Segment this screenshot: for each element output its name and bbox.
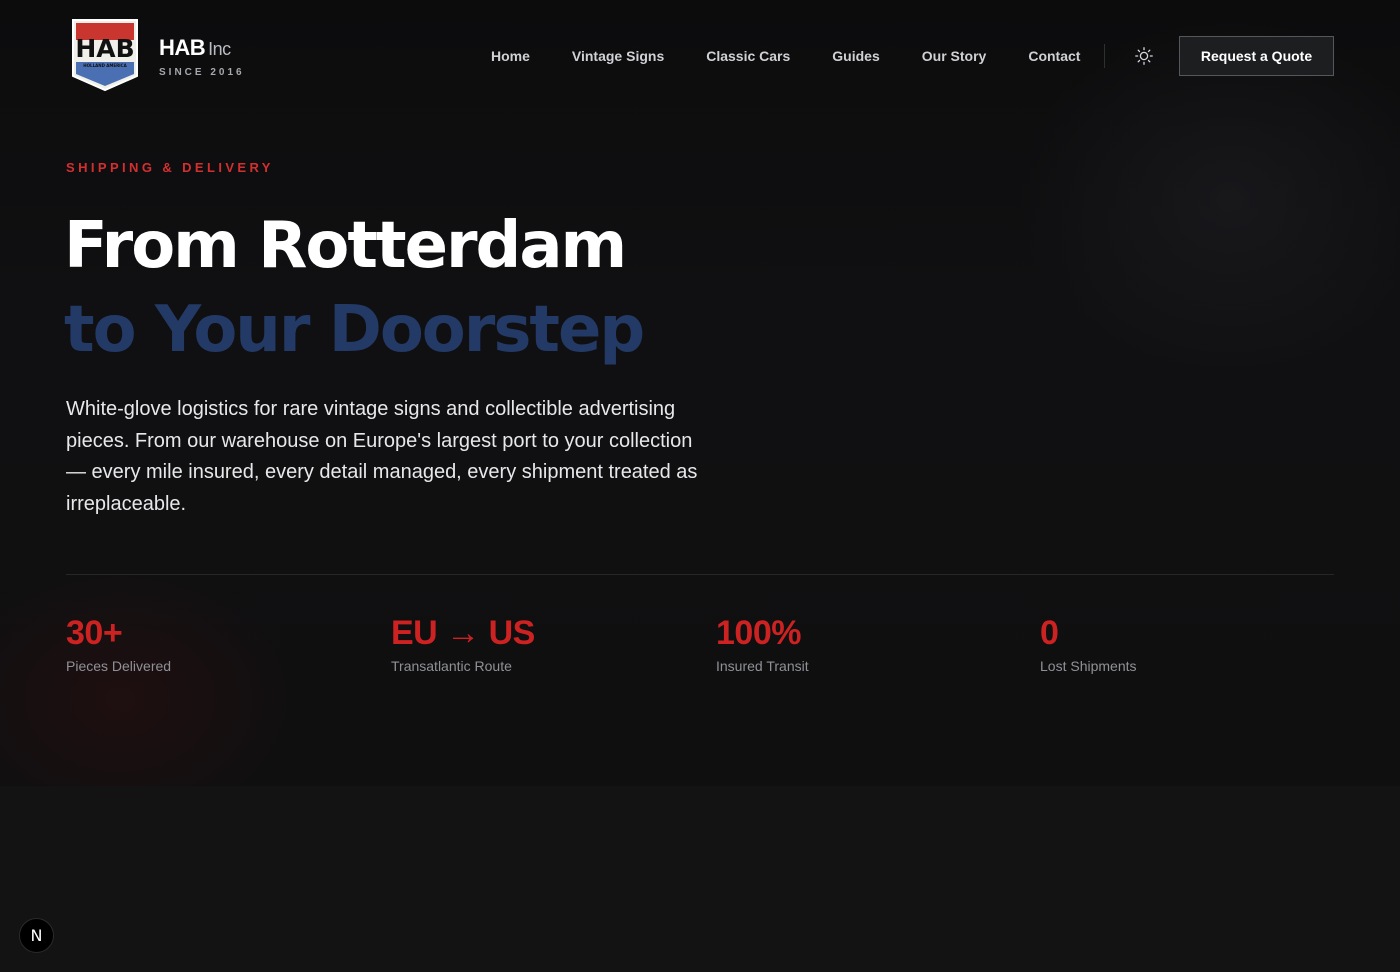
stat-insured-transit: 100% Insured Transit (716, 612, 809, 674)
sun-icon (1135, 47, 1153, 65)
nav-divider (1104, 44, 1105, 68)
hero-headline-line-1: From Rotterdam (64, 209, 627, 283)
stat-lost-shipments: 0 Lost Shipments (1040, 612, 1137, 674)
dev-tools-badge[interactable]: N (19, 918, 54, 953)
stats-divider (66, 574, 1334, 575)
stat-value: 30+ (66, 614, 123, 652)
lower-section (0, 786, 1400, 972)
stat-value: 0 (1040, 614, 1059, 652)
brand-name-suffix: Inc (208, 39, 231, 59)
hero-lead: White-glove logistics for rare vintage s… (66, 398, 698, 515)
brand-name: HAB Inc (159, 34, 245, 63)
hero-section (0, 0, 1400, 786)
nav-our-story[interactable]: Our Story (922, 48, 987, 64)
stat-label: Lost Shipments (1040, 658, 1137, 674)
hero-headline-line-2: to Your Doorstep (64, 293, 645, 367)
brand-since: SINCE 2016 (159, 67, 245, 78)
stat-label: Insured Transit (716, 658, 809, 674)
main-nav: Home Vintage Signs Classic Cars Guides O… (470, 44, 1101, 68)
n-logo-icon: N (30, 926, 43, 945)
nav-contact[interactable]: Contact (1028, 48, 1080, 64)
logo-badge-icon: HAB HOLLAND AMERICA (72, 19, 138, 92)
stat-transatlantic-route: EU → US Transatlantic Route (391, 612, 535, 674)
theme-toggle-button[interactable] (1133, 45, 1155, 67)
hero-headline: From Rotterdam to Your Doorstep (64, 204, 645, 372)
brand-name-main: HAB (159, 35, 206, 60)
stat-label: Transatlantic Route (391, 658, 512, 674)
nav-classic-cars[interactable]: Classic Cars (706, 48, 790, 64)
hero-eyebrow: SHIPPING & DELIVERY (66, 160, 274, 175)
stat-value: EU → US (391, 614, 535, 652)
nav-vintage-signs[interactable]: Vintage Signs (572, 48, 664, 64)
logo-text: HAB (75, 34, 134, 63)
stat-pieces-delivered: 30+ Pieces Delivered (66, 612, 171, 674)
nav-home[interactable]: Home (491, 48, 530, 64)
brand[interactable]: HAB Inc SINCE 2016 (159, 34, 245, 78)
nav-guides[interactable]: Guides (832, 48, 879, 64)
hab-logo[interactable]: HAB HOLLAND AMERICA (71, 18, 139, 92)
stat-value: 100% (716, 614, 801, 652)
request-quote-button[interactable]: Request a Quote (1179, 36, 1334, 76)
logo-tagline: HOLLAND AMERICA (83, 63, 127, 68)
stat-label: Pieces Delivered (66, 658, 172, 674)
